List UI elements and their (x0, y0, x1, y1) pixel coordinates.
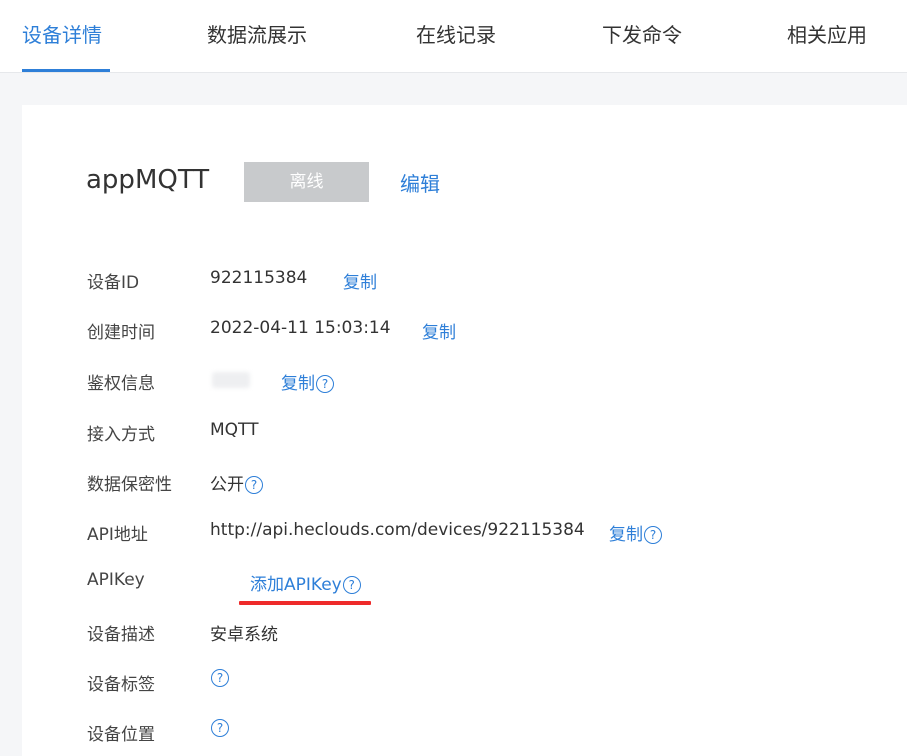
add-apikey-link[interactable]: 添加APIKey? (250, 570, 361, 595)
tab-datastreams[interactable]: 数据流展示 (207, 18, 307, 58)
device-id-label: 设备ID (87, 273, 140, 293)
created-time-label: 创建时间 (87, 323, 155, 343)
device-tags-label: 设备标签 (87, 675, 155, 695)
device-description-value: 安卓系统 (210, 625, 278, 645)
data-privacy-label: 数据保密性 (87, 475, 172, 495)
apikey-label: APIKey (87, 570, 145, 590)
help-icon[interactable]: ? (245, 476, 263, 494)
copy-created-time-link[interactable]: 复制 (422, 318, 456, 343)
copy-auth-info-label: 复制 (281, 374, 315, 394)
data-privacy-value: 公开 (210, 475, 244, 495)
tab-device-details[interactable]: 设备详情 (22, 18, 102, 58)
created-time-value: 2022-04-11 15:03:14 (210, 318, 391, 338)
tab-send-command[interactable]: 下发命令 (602, 18, 682, 58)
add-apikey-label: 添加APIKey (250, 575, 342, 595)
tab-online-records[interactable]: 在线记录 (416, 18, 496, 58)
edit-link[interactable]: 编辑 (400, 168, 440, 197)
copy-auth-info-link[interactable]: 复制? (281, 369, 334, 394)
api-address-value: http://api.heclouds.com/devices/92211538… (210, 520, 585, 540)
api-address-label: API地址 (87, 525, 148, 545)
tab-related-apps[interactable]: 相关应用 (787, 18, 867, 58)
help-icon[interactable]: ? (342, 576, 361, 594)
copy-api-address-label: 复制 (609, 525, 643, 545)
auth-info-label: 鉴权信息 (87, 374, 155, 394)
active-tab-indicator (22, 69, 110, 72)
device-name: appMQTT (86, 165, 210, 195)
help-icon[interactable]: ? (644, 526, 662, 544)
device-description-label: 设备描述 (87, 625, 155, 645)
help-icon[interactable]: ? (211, 719, 229, 737)
copy-api-address-link[interactable]: 复制? (609, 520, 662, 545)
device-location-label: 设备位置 (87, 725, 155, 745)
copy-device-id-link[interactable]: 复制 (343, 268, 377, 293)
auth-info-redacted (212, 372, 250, 388)
highlight-underline (239, 601, 371, 605)
help-icon[interactable]: ? (316, 375, 334, 393)
status-badge: 离线 (244, 162, 369, 202)
access-method-value: MQTT (210, 420, 259, 440)
help-icon[interactable]: ? (211, 669, 229, 687)
device-id-value: 922115384 (210, 268, 308, 288)
access-method-label: 接入方式 (87, 425, 155, 445)
data-privacy-field: 公开? (210, 470, 263, 495)
tab-bar: 设备详情 数据流展示 在线记录 下发命令 相关应用 (0, 0, 907, 73)
